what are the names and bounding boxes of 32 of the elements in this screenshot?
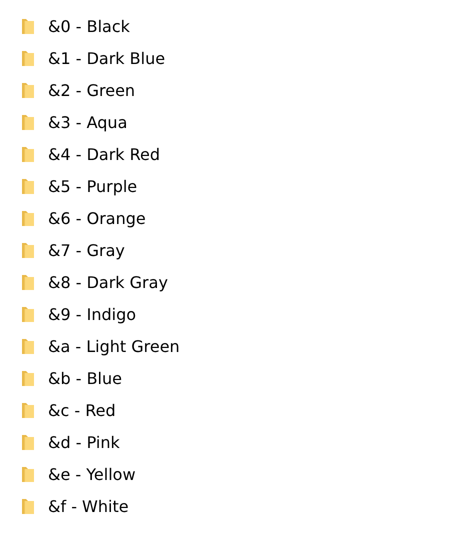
folder-icon: [21, 82, 35, 98]
folder-icon: [21, 402, 35, 418]
folder-name[interactable]: &9 - Indigo: [48, 304, 136, 324]
folder-icon: [21, 50, 35, 66]
folder-name[interactable]: &b - Blue: [48, 368, 122, 388]
folder-name[interactable]: &d - Pink: [48, 432, 120, 452]
folder-icon: [21, 18, 35, 34]
folder-name[interactable]: &3 - Aqua: [48, 112, 128, 132]
folder-name[interactable]: &4 - Dark Red: [48, 144, 160, 164]
folder-name[interactable]: &c - Red: [48, 400, 116, 420]
folder-name[interactable]: &a - Light Green: [48, 336, 180, 356]
folder-icon: [21, 210, 35, 226]
folder-name[interactable]: &7 - Gray: [48, 240, 125, 260]
folder-name[interactable]: &8 - Dark Gray: [48, 272, 168, 292]
folder-icon: [21, 274, 35, 290]
folder-icon: [21, 114, 35, 130]
folder-icon: [21, 306, 35, 322]
folder-icon: [21, 498, 35, 514]
folder-icon: [21, 146, 35, 162]
folder-name[interactable]: &6 - Orange: [48, 208, 146, 228]
folder-name[interactable]: &2 - Green: [48, 80, 136, 100]
folder-name[interactable]: &1 - Dark Blue: [48, 48, 166, 68]
folder-icon: [21, 242, 35, 258]
folder-name[interactable]: &f - White: [48, 496, 129, 516]
folder-icon: [21, 466, 35, 482]
folder-name[interactable]: &e - Yellow: [48, 464, 136, 484]
folder-icon: [21, 370, 35, 386]
folder-name[interactable]: &0 - Black: [48, 16, 130, 36]
folder-name[interactable]: &5 - Purple: [48, 176, 138, 196]
folder-icon: [21, 434, 35, 450]
folder-icon: [21, 338, 35, 354]
folder-icon: [21, 178, 35, 194]
